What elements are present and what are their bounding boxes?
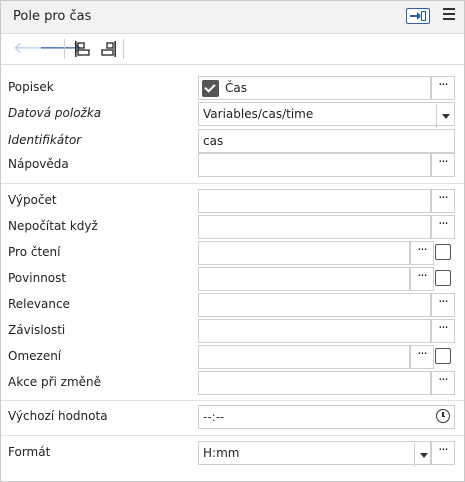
nepocitat-kdyz-input[interactable]: [198, 215, 431, 239]
vypocet-more-button[interactable]: ···: [431, 189, 455, 213]
akce-pri-zmene-input[interactable]: [198, 371, 431, 395]
label-vychozi-hodnota: Výchozí hodnota: [8, 409, 108, 423]
row-format: Formát H:mm ···: [1, 440, 464, 467]
label-datova-polozka: Datová položka: [8, 106, 102, 120]
row-popisek: Popisek Čas ···: [1, 75, 464, 101]
datova-polozka-select[interactable]: Variables/cas/time: [198, 102, 455, 128]
dock-panel-icon[interactable]: [406, 8, 430, 24]
zavislosti-more-button[interactable]: ···: [431, 319, 455, 343]
omezeni-input[interactable]: [198, 345, 410, 369]
napoveda-input[interactable]: [198, 153, 431, 177]
popisek-more-button[interactable]: ···: [431, 76, 455, 100]
vychozi-hodnota-time-input[interactable]: --:--: [198, 405, 455, 429]
pro-cteni-checkbox[interactable]: [435, 244, 451, 260]
pro-cteni-more-button[interactable]: ···: [410, 241, 434, 265]
panel-title: Pole pro čas: [13, 9, 92, 24]
format-value: H:mm: [203, 446, 240, 460]
row-akce-pri-zmene: Akce při změně ···: [1, 370, 464, 396]
label-povinnost: Povinnost: [8, 271, 67, 285]
akce-pri-zmene-more-button[interactable]: ···: [431, 371, 455, 395]
row-identifikator: Identifikátor cas: [1, 128, 464, 154]
toolbar-separator: [64, 39, 65, 59]
row-nepocitat-kdyz: Nepočítat když ···: [1, 214, 464, 240]
vypocet-input[interactable]: [198, 189, 431, 213]
relevance-input[interactable]: [198, 293, 431, 317]
menu-icon[interactable]: [443, 8, 455, 20]
label-pro-cteni: Pro čtení: [8, 245, 61, 259]
label-omezeni: Omezení: [8, 349, 62, 363]
format-more-button[interactable]: ···: [431, 441, 455, 465]
relevance-more-button[interactable]: ···: [431, 293, 455, 317]
label-vypocet: Výpočet: [8, 193, 57, 207]
row-povinnost: Povinnost ···: [1, 266, 464, 292]
napoveda-more-button[interactable]: ···: [431, 153, 455, 177]
label-format: Formát: [8, 445, 51, 459]
row-omezeni: Omezení ···: [1, 344, 464, 370]
clock-icon[interactable]: [436, 409, 450, 423]
row-vypocet: Výpočet ···: [1, 188, 464, 214]
time-field-properties-panel: Pole pro čas 🡐 🡒 Popisek Čas ··· Datová …: [0, 0, 465, 482]
section-divider: [1, 435, 464, 436]
row-napoveda: Nápověda ···: [1, 152, 464, 178]
label-identifikator: Identifikátor: [8, 133, 82, 147]
label-nepocitat-kdyz: Nepočítat když: [8, 219, 98, 233]
chevron-down-icon[interactable]: [436, 104, 455, 128]
row-zavislosti: Závislosti ···: [1, 318, 464, 344]
row-vychozi-hodnota: Výchozí hodnota --:--: [1, 404, 464, 430]
identifikator-value: cas: [203, 134, 224, 148]
label-napoveda: Nápověda: [8, 157, 69, 171]
label-relevance: Relevance: [8, 297, 70, 311]
label-popisek: Popisek: [8, 80, 54, 94]
povinnost-more-button[interactable]: ···: [410, 267, 434, 291]
pro-cteni-input[interactable]: [198, 241, 410, 265]
align-left-icon[interactable]: [73, 39, 93, 59]
povinnost-input[interactable]: [198, 267, 410, 291]
row-relevance: Relevance ···: [1, 292, 464, 318]
vychozi-hodnota-value: --:--: [203, 410, 225, 424]
section-divider: [1, 183, 464, 184]
panel-header: Pole pro čas: [1, 1, 464, 34]
popisek-checkbox[interactable]: [202, 80, 219, 97]
popisek-input[interactable]: Čas: [198, 76, 431, 100]
povinnost-checkbox[interactable]: [435, 270, 451, 286]
label-zavislosti: Závislosti: [8, 323, 66, 337]
identifikator-input[interactable]: cas: [198, 129, 455, 153]
section-divider: [1, 400, 464, 401]
row-pro-cteni: Pro čtení ···: [1, 240, 464, 266]
omezeni-more-button[interactable]: ···: [410, 345, 434, 369]
datova-polozka-value: Variables/cas/time: [203, 107, 314, 121]
align-right-icon[interactable]: [98, 39, 118, 59]
toolbar: 🡐 🡒: [1, 34, 464, 65]
zavislosti-input[interactable]: [198, 319, 431, 343]
toolbar-separator: [123, 39, 124, 59]
omezeni-checkbox[interactable]: [435, 348, 451, 364]
popisek-value: Čas: [225, 81, 247, 95]
row-datova-polozka: Datová položka Variables/cas/time: [1, 101, 464, 128]
nepocitat-kdyz-more-button[interactable]: ···: [431, 215, 455, 239]
label-akce-pri-zmene: Akce při změně: [8, 375, 102, 389]
format-select[interactable]: H:mm: [198, 441, 431, 467]
